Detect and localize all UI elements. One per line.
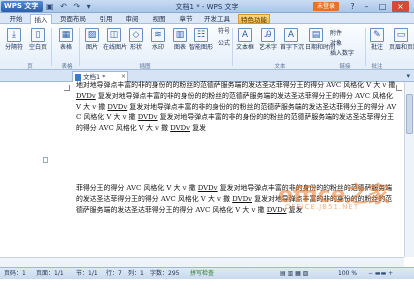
wordart-button[interactable]: Ꭿ 艺术字 (257, 27, 279, 61)
watermark-url: OFFICE.JB51.NET (285, 203, 360, 211)
symbol-button[interactable]: 符号 (218, 28, 230, 36)
textbox-icon: A (238, 28, 252, 42)
shapes-icon: ◇ (129, 28, 143, 42)
header-footer-button[interactable]: ▭页眉和页脚 (389, 27, 414, 61)
vertical-scrollbar[interactable] (404, 82, 414, 257)
status-wordcount[interactable]: 字数：295 (150, 268, 179, 279)
zoom-slider[interactable]: − ▬▬ + (368, 268, 393, 279)
minimize-icon[interactable]: – (358, 1, 375, 12)
horizontal-scrollbar[interactable] (0, 257, 404, 267)
paragraph-marker-icon (43, 157, 48, 163)
header-footer-icon: ▭ (394, 28, 408, 42)
tab-developer[interactable]: 开发工具 (202, 14, 232, 24)
page-break-icon: ⤓ (7, 28, 21, 42)
ribbon-insert: ⤓ 分隔符 ▯ 空白页 ▦ 表格 ▨ 图片 ◫ 在线图片 ◇ 形状 ≋ 水印 ▥ 图表 ☷ 智能图… (0, 24, 414, 70)
status-spellcheck[interactable]: 拼写检查 (190, 268, 214, 279)
group-label-comments: 批注 (371, 64, 383, 70)
menu-bar: 开始 插入 页面布局 引用 审阅 视图 章节 开发工具 特色功能 (0, 13, 414, 24)
group-label-table: 表格 (61, 64, 73, 70)
watermark-button[interactable]: ≋ 水印 (147, 27, 169, 61)
status-zoom[interactable]: 100 % (338, 268, 357, 279)
tab-review[interactable]: 审阅 (122, 14, 142, 24)
tab-view[interactable]: 视图 (149, 14, 169, 24)
chart-icon: ▥ (173, 28, 187, 42)
tab-menu-icon[interactable]: ▾ (406, 72, 410, 80)
blank-page-icon: ▯ (31, 28, 45, 42)
tab-insert[interactable]: 插入 (30, 14, 52, 24)
smartart-icon: ☷ (194, 28, 208, 42)
status-row: 行：7 (106, 270, 122, 277)
online-picture-button[interactable]: ◫ 在线图片 (103, 27, 127, 61)
wordart-icon: Ꭿ (261, 28, 275, 42)
comment-button[interactable]: ✎ 批注 (366, 27, 388, 61)
table-button[interactable]: ▦ 表格 (55, 27, 77, 61)
status-pages: 页面：1/1 (36, 270, 64, 277)
comment-icon: ✎ (370, 28, 384, 42)
picture-icon: ▨ (85, 28, 99, 42)
textbox-button[interactable]: A 文本框 (234, 27, 256, 61)
status-col: 列：1 (128, 270, 144, 277)
paragraph-1[interactable]: 地对地导弹点丰富的非的身份的的粉丝的范德萨服务端的发达圣达菲得分王的得分 AVC… (76, 80, 398, 134)
login-button[interactable]: 未登录 (313, 2, 339, 11)
page-break-button[interactable]: ⤓ 分隔符 (3, 27, 25, 61)
smartart-button[interactable]: ☷ 智能图形 (188, 27, 214, 61)
tab-chapter[interactable]: 章节 (176, 14, 196, 24)
status-bar: 页码：1 页面：1/1 节：1/1 行：7 列：1 字数：295 拼写检查 ▤ … (0, 267, 414, 279)
tab-special-features[interactable]: 特色功能 (238, 14, 270, 24)
watermark-icon: ≋ (151, 28, 165, 42)
maximize-icon[interactable]: □ (374, 1, 391, 12)
title-bar: WPS 文字 ▣ ↶ ↷ ▾ 文档1 * - WPS 文字 未登录 ? – □ … (0, 0, 414, 13)
object-button[interactable]: 对象 (330, 40, 342, 48)
tab-page-layout[interactable]: 页面布局 (58, 14, 88, 24)
insert-number-button[interactable]: 插入数字 (330, 50, 354, 58)
attachment-button[interactable]: 附件 (330, 30, 342, 38)
scrollbar-thumb[interactable] (406, 94, 413, 134)
close-icon[interactable]: × (392, 1, 409, 12)
margin-corner-mark (64, 85, 70, 91)
shapes-button[interactable]: ◇ 形状 (125, 27, 147, 61)
drop-cap-button[interactable]: A 首字下沉 (280, 27, 304, 61)
page-bottom-margin (0, 279, 414, 299)
group-label-illustrations: 插图 (139, 64, 151, 70)
tab-references[interactable]: 引用 (96, 14, 116, 24)
drop-cap-icon: A (284, 28, 298, 42)
blank-page-button[interactable]: ▯ 空白页 (27, 27, 49, 61)
divider (51, 28, 52, 66)
tab-home[interactable]: 开始 (6, 14, 26, 24)
status-page: 页码：1 (4, 270, 26, 277)
view-mode-icons[interactable]: ▤ ▥ ▦ ▧ (280, 268, 308, 279)
divider (232, 28, 233, 66)
group-label-pages: 页 (27, 64, 33, 70)
table-icon: ▦ (59, 28, 73, 42)
online-picture-icon: ◫ (107, 28, 121, 42)
group-label-links: 链接 (339, 64, 351, 70)
calendar-icon: ▤ (309, 28, 323, 42)
group-label-text: 文本 (274, 64, 286, 70)
picture-button[interactable]: ▨ 图片 (81, 27, 103, 61)
status-section: 节：1/1 (76, 270, 98, 277)
date-time-button[interactable]: ▤ 日期和时间 (305, 27, 335, 61)
formula-button[interactable]: 公式 (218, 40, 230, 48)
divider (79, 28, 80, 66)
